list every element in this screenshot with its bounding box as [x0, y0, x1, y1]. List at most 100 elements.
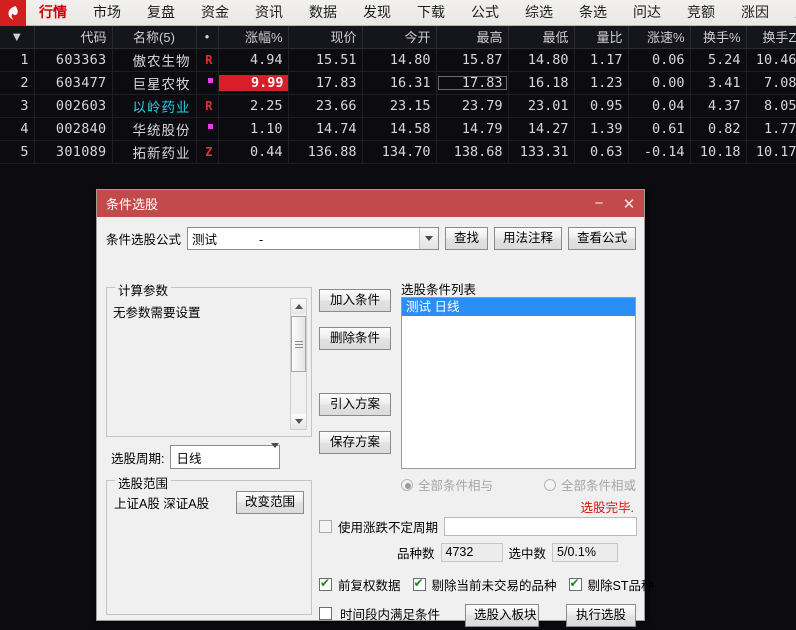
condition-list[interactable]: 测试 日线	[401, 297, 636, 469]
volume-ratio: 0.95	[574, 94, 629, 118]
menu-item-2[interactable]: 复盘	[134, 0, 188, 25]
turnover-z: 8.05	[746, 94, 796, 118]
menu-item-5[interactable]: 数据	[296, 0, 350, 25]
find-button[interactable]: 查找	[444, 227, 488, 250]
scroll-up-arrow-icon[interactable]	[291, 299, 306, 314]
row-marker: R	[196, 48, 219, 72]
menu-item-12[interactable]: 竞额	[674, 0, 728, 25]
list-item[interactable]: 测试 日线	[402, 298, 635, 316]
exclude-st-checkbox[interactable]	[568, 576, 582, 591]
radio-all-or[interactable]: 全部条件相或	[543, 475, 636, 494]
menu-item-14[interactable]: 月	[782, 0, 796, 25]
save-scheme-button[interactable]: 保存方案	[319, 431, 391, 454]
current-price: 15.51	[288, 48, 363, 72]
updown-period-input[interactable]	[444, 517, 637, 536]
period-label: 选股周期:	[111, 451, 165, 466]
add-to-sector-button[interactable]: 选股入板块	[465, 604, 539, 627]
col-low[interactable]: 最低	[508, 26, 575, 49]
change-scope-button[interactable]: 改变范围	[235, 491, 304, 514]
high-price: 23.79	[436, 94, 509, 118]
col-mark[interactable]: •	[196, 26, 219, 49]
speed-pct: 0.61	[628, 117, 691, 141]
menu-item-13[interactable]: 涨因	[728, 0, 782, 25]
low-price: 133.31	[508, 140, 575, 164]
col-speed[interactable]: 涨速%	[628, 26, 691, 49]
menu-item-8[interactable]: 公式	[458, 0, 512, 25]
scope-group: 选股范围 上证A股 深证A股 改变范围	[106, 473, 312, 615]
turnover-pct: 0.82	[690, 117, 747, 141]
change-pct: 2.25	[218, 94, 289, 118]
stock-name: 以岭药业	[112, 94, 197, 118]
col-price[interactable]: 现价	[288, 26, 363, 49]
close-icon[interactable]: ✕	[614, 190, 644, 217]
forward-adjust-checkbox[interactable]	[319, 576, 332, 591]
row-index: 2	[0, 71, 35, 95]
stock-code: 002840	[34, 117, 113, 141]
import-scheme-button[interactable]: 引入方案	[319, 393, 391, 416]
chevron-down-icon[interactable]	[271, 443, 280, 466]
menu-item-10[interactable]: 条选	[566, 0, 620, 25]
calc-params-scrollbar[interactable]	[290, 298, 307, 430]
scroll-down-arrow-icon[interactable]	[291, 414, 306, 429]
row-index: 3	[0, 94, 35, 118]
radio-all-and-label: 全部条件相与	[418, 479, 494, 493]
exclude-untraded-checkbox[interactable]	[412, 576, 426, 591]
view-formula-button[interactable]: 查看公式	[567, 227, 636, 250]
col-open[interactable]: 今开	[362, 26, 437, 49]
menu-item-1[interactable]: 市场	[80, 0, 134, 25]
open-price: 14.80	[362, 48, 437, 72]
execute-screen-button[interactable]: 执行选股	[566, 604, 636, 627]
menu-item-11[interactable]: 问达	[620, 0, 674, 25]
speed-pct: 0.06	[628, 48, 691, 72]
add-condition-button[interactable]: 加入条件	[319, 289, 391, 312]
menu-item-4[interactable]: 资讯	[242, 0, 296, 25]
col-sort-icon[interactable]: ▼	[0, 26, 35, 49]
menu-item-3[interactable]: 资金	[188, 0, 242, 25]
low-price: 16.18	[508, 71, 575, 95]
stock-name: 巨星农牧	[112, 71, 197, 95]
period-combobox[interactable]: 日线	[170, 443, 281, 469]
col-high[interactable]: 最高	[436, 26, 509, 49]
calc-params-text: 无参数需要设置	[113, 306, 201, 320]
period-value: 日线	[176, 451, 202, 466]
col-change-pct[interactable]: 涨幅%	[218, 26, 289, 49]
row-marker	[196, 117, 219, 141]
high-price: 15.87	[436, 48, 509, 72]
formula-value: 测试 -	[192, 233, 264, 247]
calc-params-title: 计算参数	[115, 280, 172, 299]
col-turnover-z[interactable]: 换手Z	[746, 26, 796, 49]
app-logo-icon[interactable]	[0, 0, 26, 26]
delete-condition-button[interactable]: 删除条件	[319, 327, 391, 350]
col-name[interactable]: 名称(5)	[112, 26, 197, 49]
calc-params-group: 计算参数 无参数需要设置	[106, 280, 312, 437]
col-volume-ratio[interactable]: 量比	[574, 26, 629, 49]
scrollbar-thumb[interactable]	[291, 316, 306, 372]
usage-note-button[interactable]: 用法注释	[493, 227, 562, 250]
change-pct-highlight: 9.99	[218, 74, 287, 91]
minimize-icon[interactable]: −	[584, 190, 614, 217]
table-row[interactable]: 3 002603 以岭药业 R 2.25 23.66 23.15 23.79 23.01 0.95…	[0, 94, 796, 118]
open-price: 23.15	[362, 94, 437, 118]
radio-dot-icon	[401, 478, 413, 491]
table-row[interactable]: 1 603363 傲农生物 R 4.94 15.51 14.80 15.87 14.80 1.17…	[0, 48, 796, 72]
time-range-checkbox[interactable]	[319, 607, 332, 620]
stock-code: 002603	[34, 94, 113, 118]
menu-item-9[interactable]: 综选	[512, 0, 566, 25]
menu-item-0[interactable]: 行情	[26, 0, 80, 25]
table-body: 1 603363 傲农生物 R 4.94 15.51 14.80 15.87 14.80 1.17…	[0, 48, 796, 164]
quote-table: ▼ 代码 名称(5) • 涨幅% 现价 今开 最高 最低 量比 涨速% 换手% …	[0, 26, 796, 164]
table-row[interactable]: 5 301089 拓新药业 Z 0.44 136.88 134.70 138.68 133.31…	[0, 140, 796, 164]
menu-item-6[interactable]: 发现	[350, 0, 404, 25]
col-turnover[interactable]: 换手%	[690, 26, 747, 49]
formula-combobox[interactable]: 测试 -	[187, 227, 439, 250]
radio-all-and[interactable]: 全部条件相与	[401, 475, 493, 494]
use-updown-period-checkbox[interactable]	[319, 520, 332, 533]
turnover-pct: 5.24	[690, 48, 747, 72]
menu-item-7[interactable]: 下载	[404, 0, 458, 25]
dialog-title-bar[interactable]: 条件选股 − ✕	[97, 190, 644, 217]
col-code[interactable]: 代码	[34, 26, 113, 49]
chevron-down-icon[interactable]	[418, 228, 438, 249]
period-row: 选股周期: 日线	[111, 443, 281, 469]
table-row[interactable]: 4 002840 华统股份 1.10 14.74 14.58 14.79 14.27 1.39 0…	[0, 117, 796, 141]
table-row[interactable]: 2 603477 巨星农牧 9.99 17.83 16.31 17.83 16.18 1.23 0…	[0, 71, 796, 95]
